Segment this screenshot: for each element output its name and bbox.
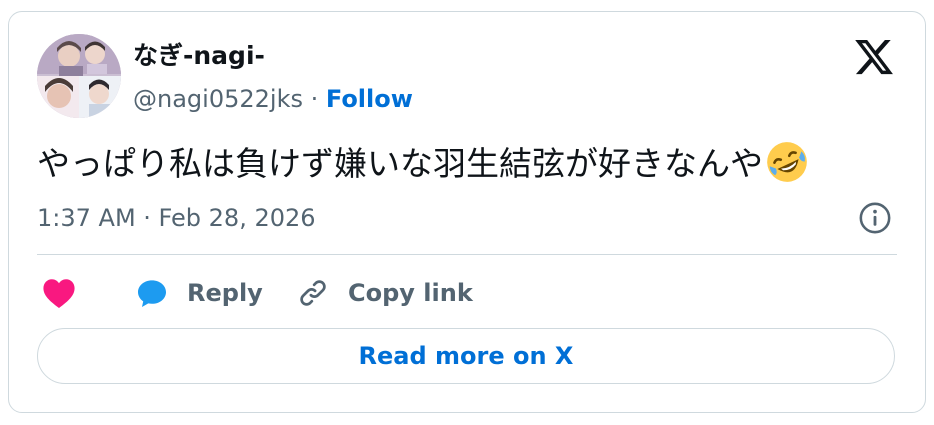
heart-icon — [43, 279, 75, 309]
divider — [37, 254, 897, 255]
reply-button[interactable]: Reply — [135, 273, 263, 313]
tweet-text-body: やっぱり私は負けず嫌いな羽生結弦が好きなんや — [37, 144, 763, 183]
read-more-button[interactable]: Read more on X — [37, 328, 895, 384]
link-icon — [300, 280, 326, 306]
read-more-label: Read more on X — [358, 342, 574, 370]
follow-button[interactable]: Follow — [326, 85, 413, 113]
author-handle-line: @nagi0522jks · Follow — [133, 84, 413, 114]
copy-link-button[interactable]: Copy link — [296, 273, 473, 313]
tweet-text: やっぱり私は負けず嫌いな羽生結弦が好きなんや — [37, 140, 808, 188]
like-button[interactable] — [42, 273, 76, 313]
tweet-timestamp[interactable]: 1:37 AM · Feb 28, 2026 — [37, 203, 316, 233]
handle-separator: · — [310, 85, 319, 113]
avatar-image — [37, 34, 121, 118]
info-icon[interactable] — [858, 201, 892, 235]
reply-icon — [138, 280, 166, 307]
reply-label: Reply — [187, 279, 263, 307]
rolling-on-the-floor-laughing-icon — [767, 142, 807, 182]
x-logo-icon[interactable] — [852, 36, 896, 78]
author-handle[interactable]: @nagi0522jks — [133, 85, 303, 113]
avatar[interactable] — [37, 34, 121, 118]
copy-link-label: Copy link — [348, 279, 473, 307]
display-name[interactable]: なぎ-nagi- — [133, 40, 265, 72]
